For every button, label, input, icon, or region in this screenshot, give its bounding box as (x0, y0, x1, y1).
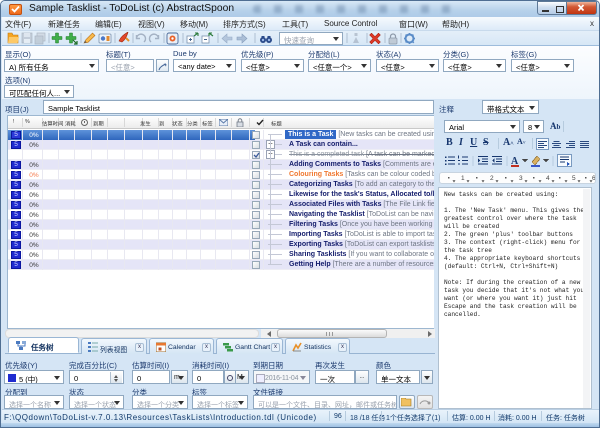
svg-text:3: 3 (519, 175, 523, 182)
svg-text:5: 5 (572, 175, 576, 182)
svg-text:4: 4 (546, 175, 550, 182)
svg-text:6: 6 (592, 175, 595, 182)
svg-text:1: 1 (461, 175, 465, 182)
svg-text:2: 2 (490, 175, 494, 182)
